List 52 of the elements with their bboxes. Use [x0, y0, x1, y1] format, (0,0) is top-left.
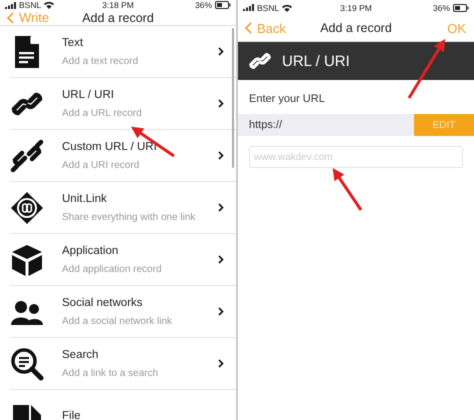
annotation-arrow: [131, 126, 175, 158]
signal-icon: [243, 4, 254, 11]
signal-icon: [5, 2, 16, 8]
battery-icon: [215, 1, 231, 9]
carrier-name: BSNL: [19, 0, 42, 10]
chevron-left-icon: [245, 22, 252, 34]
url-prefix: https://: [248, 119, 284, 131]
carrier-name: BSNL: [257, 2, 280, 12]
broken-link-icon: [10, 138, 44, 172]
chevron-right-icon: [218, 255, 224, 264]
status-time: 3:18 PM: [102, 0, 134, 10]
record-description: Add a text record: [62, 56, 140, 66]
record-title: File: [62, 410, 82, 420]
url-label: Enter your URL: [249, 93, 326, 105]
chevron-right-icon: [218, 359, 224, 368]
screen-title: Add a record: [82, 10, 154, 24]
wifi-icon: [282, 4, 292, 12]
record-type-item[interactable]: Social networks Add a social network link: [10, 286, 236, 338]
infinity-badge-icon: [10, 190, 44, 224]
annotation-arrow: [408, 38, 446, 99]
screen-title: Add a record: [320, 21, 392, 35]
record-type-item[interactable]: File: [10, 390, 236, 420]
record-description: Share everything with one link: [62, 212, 196, 222]
record-title: Unit.Link: [62, 192, 108, 204]
record-type-title: URL / URI: [282, 52, 350, 70]
record-title: Search: [62, 348, 100, 360]
record-description: Add a URL record: [62, 108, 143, 118]
status-time: 3:19 PM: [340, 2, 372, 12]
record-title: Application: [62, 244, 120, 256]
chevron-left-icon: [7, 12, 14, 24]
annotation-arrow: [332, 168, 362, 211]
wifi-icon: [44, 1, 54, 9]
record-title: URL / URI: [62, 88, 115, 100]
record-description: Add application record: [62, 264, 163, 274]
record-description: Add a social network link: [62, 316, 174, 326]
record-type-item[interactable]: Search Add a link to a search: [10, 338, 236, 390]
chevron-right-icon: [218, 99, 224, 108]
record-title: Social networks: [62, 296, 144, 308]
record-type-item[interactable]: Application Add application record: [10, 234, 236, 286]
record-type-item[interactable]: Unit.Link Share everything with one link: [10, 182, 236, 234]
chevron-right-icon: [218, 203, 224, 212]
chevron-right-icon: [218, 47, 224, 56]
battery-icon: [453, 4, 469, 12]
record-title: Text: [62, 36, 84, 48]
chevron-right-icon: [218, 151, 224, 160]
chevron-right-icon: [218, 307, 224, 316]
record-description: Add a link to a search: [62, 368, 160, 378]
battery-percentage: 36%: [432, 2, 450, 12]
battery-percentage: 36%: [194, 0, 212, 10]
search-icon: [10, 346, 44, 380]
cube-icon: [10, 242, 44, 276]
record-description: Add a URI record: [62, 160, 140, 170]
